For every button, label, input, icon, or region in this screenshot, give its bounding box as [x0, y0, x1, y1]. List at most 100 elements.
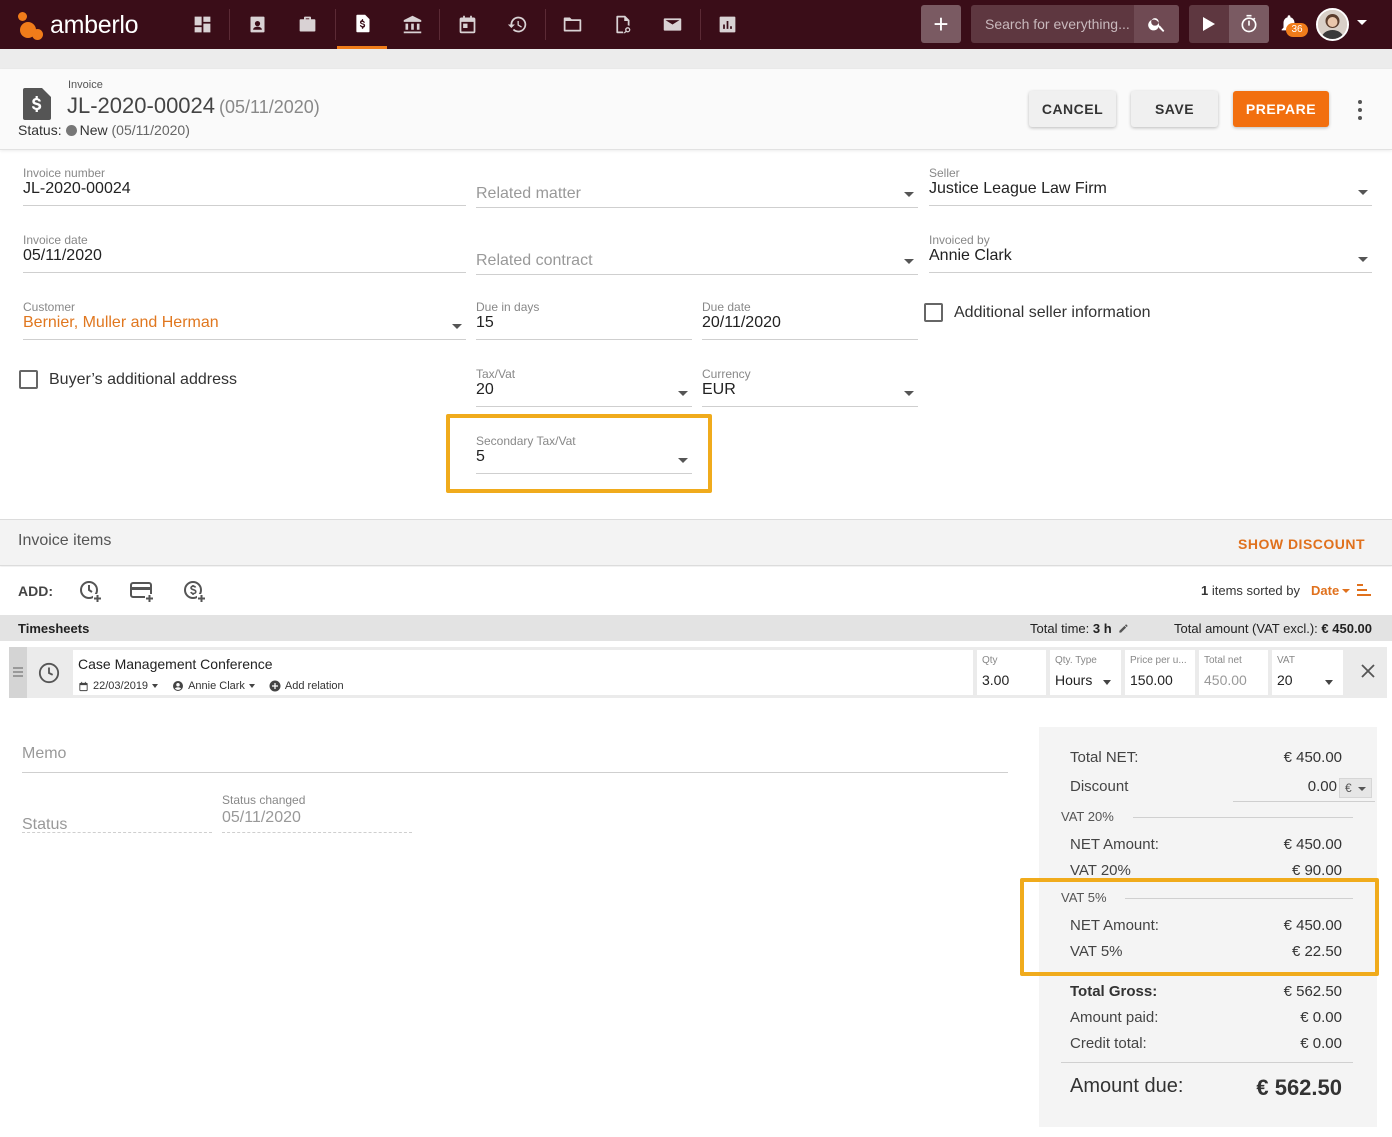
chevron-down-icon [1103, 680, 1111, 685]
item-meta: 22/03/2019 Annie Clark Add relation [78, 680, 358, 692]
bank-icon[interactable] [387, 0, 437, 49]
timer-controls [1189, 5, 1269, 43]
additional-seller-info-checkbox[interactable]: Additional seller information [924, 303, 1151, 322]
status-date: (05/11/2020) [111, 122, 190, 138]
timesheets-header: Timesheets Total time: 3 h Total amount … [0, 615, 1392, 641]
user-menu-chevron-down-icon[interactable] [1357, 20, 1367, 25]
add-relation-button[interactable]: Add relation [269, 680, 344, 692]
price-per-unit-field[interactable]: Price per u... 150.00 [1125, 650, 1195, 695]
invoice-items-bar: Invoice items SHOW DISCOUNT [0, 519, 1392, 566]
item-vat-select[interactable]: VAT 20 [1272, 650, 1343, 695]
currency-select[interactable]: Currency EUR [702, 367, 918, 407]
global-search [971, 5, 1179, 43]
checkbox-box[interactable] [924, 303, 943, 322]
mail-icon[interactable] [647, 0, 697, 49]
user-avatar[interactable] [1316, 8, 1349, 41]
totals-panel: Total NET: € 450.00 Discount 0.00 € VAT 2… [1039, 727, 1377, 1127]
status-label: Status: [18, 122, 62, 138]
sort-field-select[interactable]: Date [1311, 583, 1339, 598]
customer-select[interactable]: Customer Bernier, Muller and Herman [23, 300, 466, 340]
reports-icon[interactable] [702, 0, 752, 49]
add-items-row: ADD: 1 items sorted by Date [0, 567, 1392, 615]
folder-icon[interactable] [547, 0, 597, 49]
time-history-icon[interactable] [492, 0, 542, 49]
buyer-additional-address-checkbox[interactable]: Buyer’s additional address [19, 370, 237, 389]
chevron-down-icon [1358, 190, 1368, 195]
contacts-icon[interactable] [232, 0, 282, 49]
add-timesheet-icon[interactable] [78, 579, 102, 603]
logo-text: amberlo [50, 10, 139, 39]
save-button[interactable]: SAVE [1131, 91, 1218, 127]
due-in-days-field[interactable]: Due in days 15 [476, 300, 692, 340]
logo-mark-icon [16, 10, 46, 40]
invoice-header: Invoice JL-2020-00024 (05/11/2020) Status… [0, 69, 1392, 150]
notification-count-badge: 36 [1286, 23, 1308, 37]
secondary-tax-vat-select[interactable]: Secondary Tax/Vat 5 [476, 434, 692, 474]
search-input[interactable] [971, 5, 1133, 43]
item-date-select[interactable]: 22/03/2019 [78, 680, 159, 692]
timesheets-title: Timesheets [18, 621, 90, 636]
related-matter-select[interactable]: Related matter [476, 168, 918, 208]
discount-input[interactable]: 0.00 € [1233, 778, 1375, 802]
quick-add-button[interactable]: + [921, 5, 961, 43]
invoice-number-title: JL-2020-00024 [67, 93, 216, 118]
vat5-section-title: VAT 5% [1061, 890, 1107, 905]
more-options-icon[interactable] [1352, 98, 1368, 122]
prepare-button[interactable]: PREPARE [1233, 91, 1329, 127]
user-circle-icon [173, 681, 184, 691]
calendar-icon[interactable] [442, 0, 492, 49]
cancel-button[interactable]: CANCEL [1029, 91, 1116, 127]
discount-row: Discount 0.00 € [1070, 778, 1375, 802]
amount-due-row: Amount due: € 562.50 [1070, 1075, 1342, 1100]
chevron-down-icon[interactable] [1342, 589, 1350, 593]
edit-pencil-icon[interactable] [1118, 623, 1129, 634]
seller-select[interactable]: Seller Justice League Law Firm [929, 166, 1372, 206]
invoice-icon[interactable] [337, 0, 387, 49]
sort-order-icon[interactable] [1357, 583, 1371, 597]
status-select[interactable]: Status [22, 797, 212, 833]
close-icon[interactable] [1358, 661, 1378, 681]
chevron-down-icon [678, 458, 688, 463]
tax-vat-select[interactable]: Tax/Vat 20 [476, 367, 692, 407]
add-fee-icon[interactable] [182, 579, 206, 603]
status-value: New [79, 122, 108, 138]
amount-due-label: Amount due: [1070, 1075, 1184, 1097]
document-search-icon[interactable] [597, 0, 647, 49]
status-changed-field: Status changed 05/11/2020 [222, 793, 412, 833]
add-expense-icon[interactable] [130, 579, 154, 603]
total-amount-vat-excl: Total amount (VAT excl.): € 450.00 [1174, 621, 1373, 636]
chevron-down-icon [1325, 680, 1333, 685]
timer-button[interactable] [1229, 5, 1269, 43]
checkbox-box[interactable] [19, 370, 38, 389]
search-button[interactable] [1134, 5, 1179, 43]
dashboard-icon[interactable] [177, 0, 227, 49]
qty-field[interactable]: Qty 3.00 [977, 650, 1046, 695]
memo-field[interactable]: Memo [22, 740, 1008, 773]
timer-start-button[interactable] [1189, 5, 1229, 43]
invoice-date-field[interactable]: Invoice date 05/11/2020 [23, 233, 466, 273]
related-contract-select[interactable]: Related contract [476, 235, 918, 275]
chevron-down-icon [452, 324, 462, 329]
item-name[interactable]: Case Management Conference [78, 656, 273, 672]
chevron-down-icon [678, 391, 688, 396]
due-date-field[interactable]: Due date 20/11/2020 [702, 300, 918, 340]
invoiced-by-select[interactable]: Invoiced by Annie Clark [929, 233, 1372, 273]
search-icon [1147, 18, 1164, 32]
invoice-number-field[interactable]: Invoice number JL-2020-00024 [23, 166, 466, 206]
total-time: Total time: 3 h [1030, 621, 1129, 636]
briefcase-icon[interactable] [282, 0, 332, 49]
item-description-field[interactable]: Case Management Conference 22/03/2019 An… [73, 650, 973, 695]
item-user-select[interactable]: Annie Clark [172, 680, 255, 692]
vat20-section-title: VAT 20% [1061, 809, 1114, 824]
drag-handle-icon[interactable] [9, 647, 27, 698]
top-navigation: amberlo + Search for everything... 36 [0, 0, 1392, 49]
timesheet-clock-icon [38, 662, 60, 684]
stopwatch-icon [1241, 14, 1257, 33]
show-discount-button[interactable]: SHOW DISCOUNT [1238, 536, 1365, 552]
discount-unit-select[interactable]: € [1339, 778, 1372, 798]
qty-type-select[interactable]: Qty. Type Hours [1050, 650, 1121, 695]
app-logo[interactable]: amberlo [16, 10, 139, 40]
chevron-down-icon [1358, 257, 1368, 262]
invoice-title-date: (05/11/2020) [219, 97, 320, 117]
sort-info: 1 items sorted by [1201, 583, 1301, 598]
